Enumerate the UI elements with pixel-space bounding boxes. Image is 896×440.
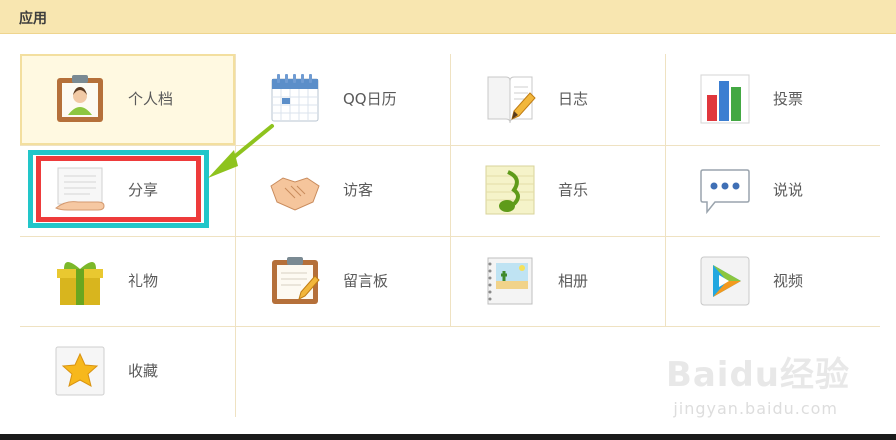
- app-item-shuoshuo[interactable]: 说说: [665, 145, 880, 236]
- watermark-logo: Baidu经验: [665, 355, 850, 395]
- profile-clipboard-icon: [57, 75, 103, 122]
- app-item-album[interactable]: 相册: [450, 236, 665, 327]
- panel-header: 应用: [0, 0, 896, 34]
- annotation-red-box: [36, 156, 201, 222]
- app-label: 访客: [343, 181, 374, 199]
- app-label: 说说: [773, 181, 804, 199]
- app-item-favorites[interactable]: 收藏: [20, 326, 235, 417]
- vote-bar-chart-icon: [700, 74, 750, 124]
- app-label: 收藏: [128, 362, 159, 380]
- panel-title: 应用: [19, 11, 47, 27]
- app-label: 投票: [773, 90, 804, 108]
- diary-notebook-icon: [487, 76, 536, 124]
- app-label: 个人档: [128, 90, 174, 108]
- app-item-video[interactable]: 视频: [665, 236, 880, 327]
- app-item-vote[interactable]: 投票: [665, 54, 880, 145]
- star-favorite-icon: [55, 346, 105, 396]
- message-board-clipboard-icon: [272, 257, 320, 304]
- app-label: 留言板: [343, 272, 389, 290]
- app-label: 日志: [558, 90, 589, 108]
- bottom-border: [0, 434, 896, 440]
- app-item-gift[interactable]: 礼物: [20, 236, 235, 327]
- music-note-icon: [485, 165, 535, 215]
- app-label: QQ日历: [343, 90, 397, 108]
- photo-album-icon: [487, 257, 533, 305]
- app-label: 视频: [773, 272, 804, 290]
- gift-box-icon: [57, 262, 103, 305]
- app-label: 礼物: [128, 272, 159, 290]
- app-panel: 应用 个人档 QQ日历 日志 投票 分享 访客 音乐 说说 礼物 留言板 相册 …: [0, 0, 896, 440]
- watermark-url: jingyan.baidu.com: [673, 399, 838, 418]
- app-label: 音乐: [558, 181, 589, 199]
- video-play-icon: [700, 256, 750, 306]
- calendar-icon: [271, 74, 319, 122]
- app-item-message-board[interactable]: 留言板: [235, 236, 450, 327]
- app-item-diary[interactable]: 日志: [450, 54, 665, 145]
- annotation-arrow-icon: [208, 124, 274, 178]
- speech-bubble-icon: [700, 169, 750, 215]
- app-label: 相册: [558, 272, 589, 290]
- app-item-music[interactable]: 音乐: [450, 145, 665, 236]
